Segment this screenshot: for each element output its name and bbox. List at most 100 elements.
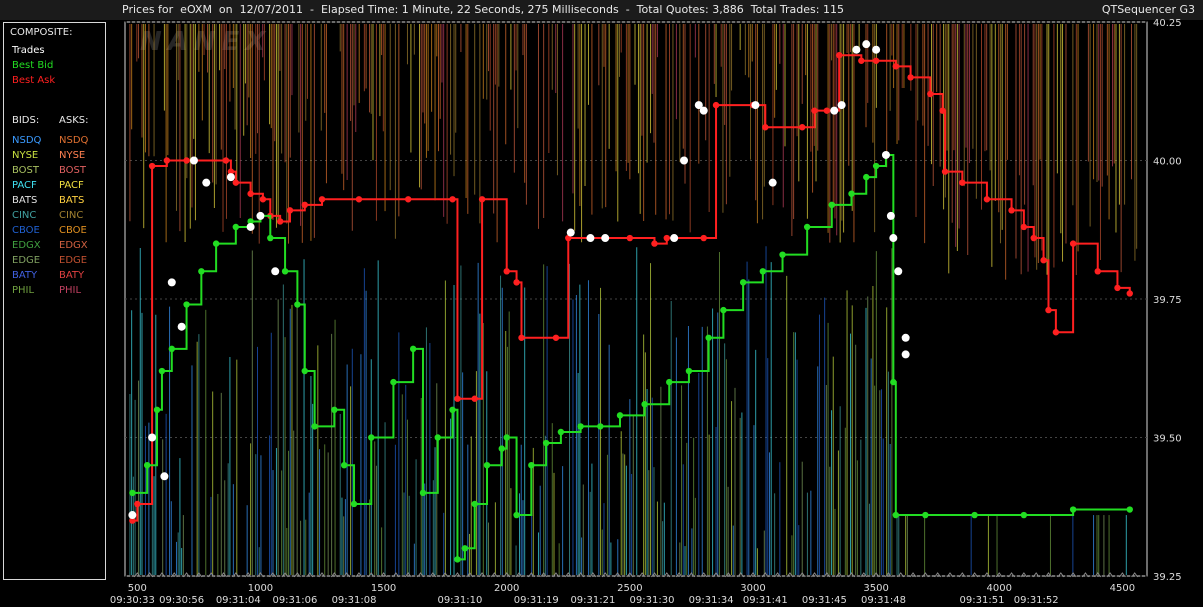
x-tick-label: 1500 [371, 583, 396, 594]
series-point-best-bid [409, 345, 417, 353]
trade-point [670, 234, 679, 243]
series-point-best-bid [294, 301, 301, 308]
series-point-best-ask [959, 179, 966, 186]
series-point-best-ask [286, 207, 294, 214]
trade-point [271, 267, 280, 276]
x-tick-label: 500 [128, 583, 147, 594]
series-point-best-ask [700, 234, 707, 242]
series-point-best-ask [449, 196, 456, 203]
series-point-best-bid [1069, 506, 1077, 513]
series-point-best-ask [983, 196, 991, 203]
trade-point [160, 472, 169, 481]
series-point-best-bid [1126, 506, 1133, 513]
x-time-label: 09:31:52 [1014, 595, 1059, 606]
series-point-best-ask [762, 124, 769, 131]
x-time-label: 09:31:06 [272, 595, 317, 606]
x-time-label: 09:31:30 [630, 595, 675, 606]
series-point-best-ask [712, 101, 720, 109]
series-point-best-ask [663, 234, 670, 242]
x-time-label: 09:30:33 [110, 595, 155, 606]
trade-point [601, 234, 610, 243]
series-point-best-bid [685, 367, 693, 375]
y-tick-label: 39.75 [1153, 295, 1182, 306]
series-point-best-bid [331, 406, 338, 413]
series-point-best-ask [811, 107, 818, 114]
series-point-best-bid [739, 279, 747, 286]
x-time-label: 09:31:34 [689, 595, 734, 606]
trade-point [837, 101, 846, 110]
trade-point [852, 45, 861, 54]
series-point-best-ask [232, 179, 240, 186]
series-point-best-ask [1126, 290, 1133, 297]
x-time-label: 09:31:48 [861, 595, 906, 606]
series-point-best-ask [1030, 234, 1037, 242]
series-point-best-ask [907, 74, 914, 81]
trade-point [894, 267, 903, 276]
series-point-best-bid [513, 511, 520, 519]
series-point-best-bid [922, 511, 929, 519]
series-point-best-bid [232, 223, 240, 231]
series-point-best-bid [892, 511, 900, 519]
series-point-best-bid [311, 423, 318, 430]
series-point-best-bid [281, 268, 289, 275]
trade-point [830, 106, 839, 115]
series-point-best-ask [835, 52, 843, 59]
series-point-best-ask [513, 279, 520, 286]
series-point-best-ask [1040, 257, 1047, 264]
x-time-label: 09:31:08 [332, 595, 377, 606]
series-point-best-bid [461, 545, 469, 552]
series-point-best-ask [1008, 207, 1015, 214]
series-point-best-bid [577, 423, 584, 430]
series-point-best-ask [163, 157, 171, 164]
x-time-label: 09:31:45 [802, 595, 847, 606]
series-point-best-bid [143, 462, 151, 469]
trade-point [256, 211, 265, 220]
series-point-best-bid [301, 367, 308, 375]
series-point-best-bid [641, 401, 648, 408]
series-point-best-bid [498, 445, 505, 452]
series-point-best-bid [129, 489, 136, 497]
trade-point [167, 278, 176, 287]
x-time-label: 09:30:56 [159, 595, 204, 606]
series-point-best-bid [168, 345, 175, 353]
trade-point [901, 350, 910, 359]
series-point-best-bid [212, 240, 220, 247]
series-point-best-ask [1114, 284, 1121, 292]
series-point-best-bid [434, 434, 441, 441]
series-point-best-ask [927, 90, 934, 98]
series-point-best-ask [355, 196, 363, 203]
series-point-best-bid [198, 268, 205, 275]
series-point-best-bid [890, 378, 897, 386]
x-time-label: 09:31:04 [216, 595, 261, 606]
trade-point [177, 322, 186, 331]
series-point-best-bid [828, 201, 835, 209]
series-point-best-bid [779, 251, 786, 258]
series-point-best-bid [340, 462, 348, 469]
series-point-best-bid [183, 301, 190, 308]
series-point-best-bid [449, 406, 456, 413]
trade-point [202, 178, 211, 187]
series-point-best-bid [872, 162, 880, 170]
price-chart: NANEX 40.25 40.00 39.75 39.50 39.25 500 1000 150… [110, 18, 1182, 606]
series-point-best-ask [651, 240, 658, 247]
series-point-best-ask [148, 162, 156, 170]
trade-point [189, 156, 198, 165]
trade-point [751, 101, 760, 110]
series-point-best-bid [803, 223, 811, 231]
x-tick-label: 2500 [617, 583, 642, 594]
series-point-best-ask [301, 201, 308, 209]
series-point-best-ask [858, 57, 865, 64]
series-point-best-ask [892, 63, 900, 70]
series-point-best-bid [350, 500, 358, 508]
series-point-best-bid [1020, 511, 1028, 519]
series-point-best-bid [863, 173, 870, 181]
series-point-best-ask [134, 500, 141, 508]
series-point-best-ask [222, 157, 230, 164]
series-point-best-ask [503, 268, 510, 275]
series-point-best-bid [153, 406, 161, 413]
x-time-label: 09:31:19 [514, 595, 559, 606]
y-tick-label: 39.50 [1153, 434, 1182, 445]
series-point-best-bid [597, 423, 604, 430]
series-point-best-ask [478, 196, 486, 203]
trade-point [699, 106, 708, 115]
